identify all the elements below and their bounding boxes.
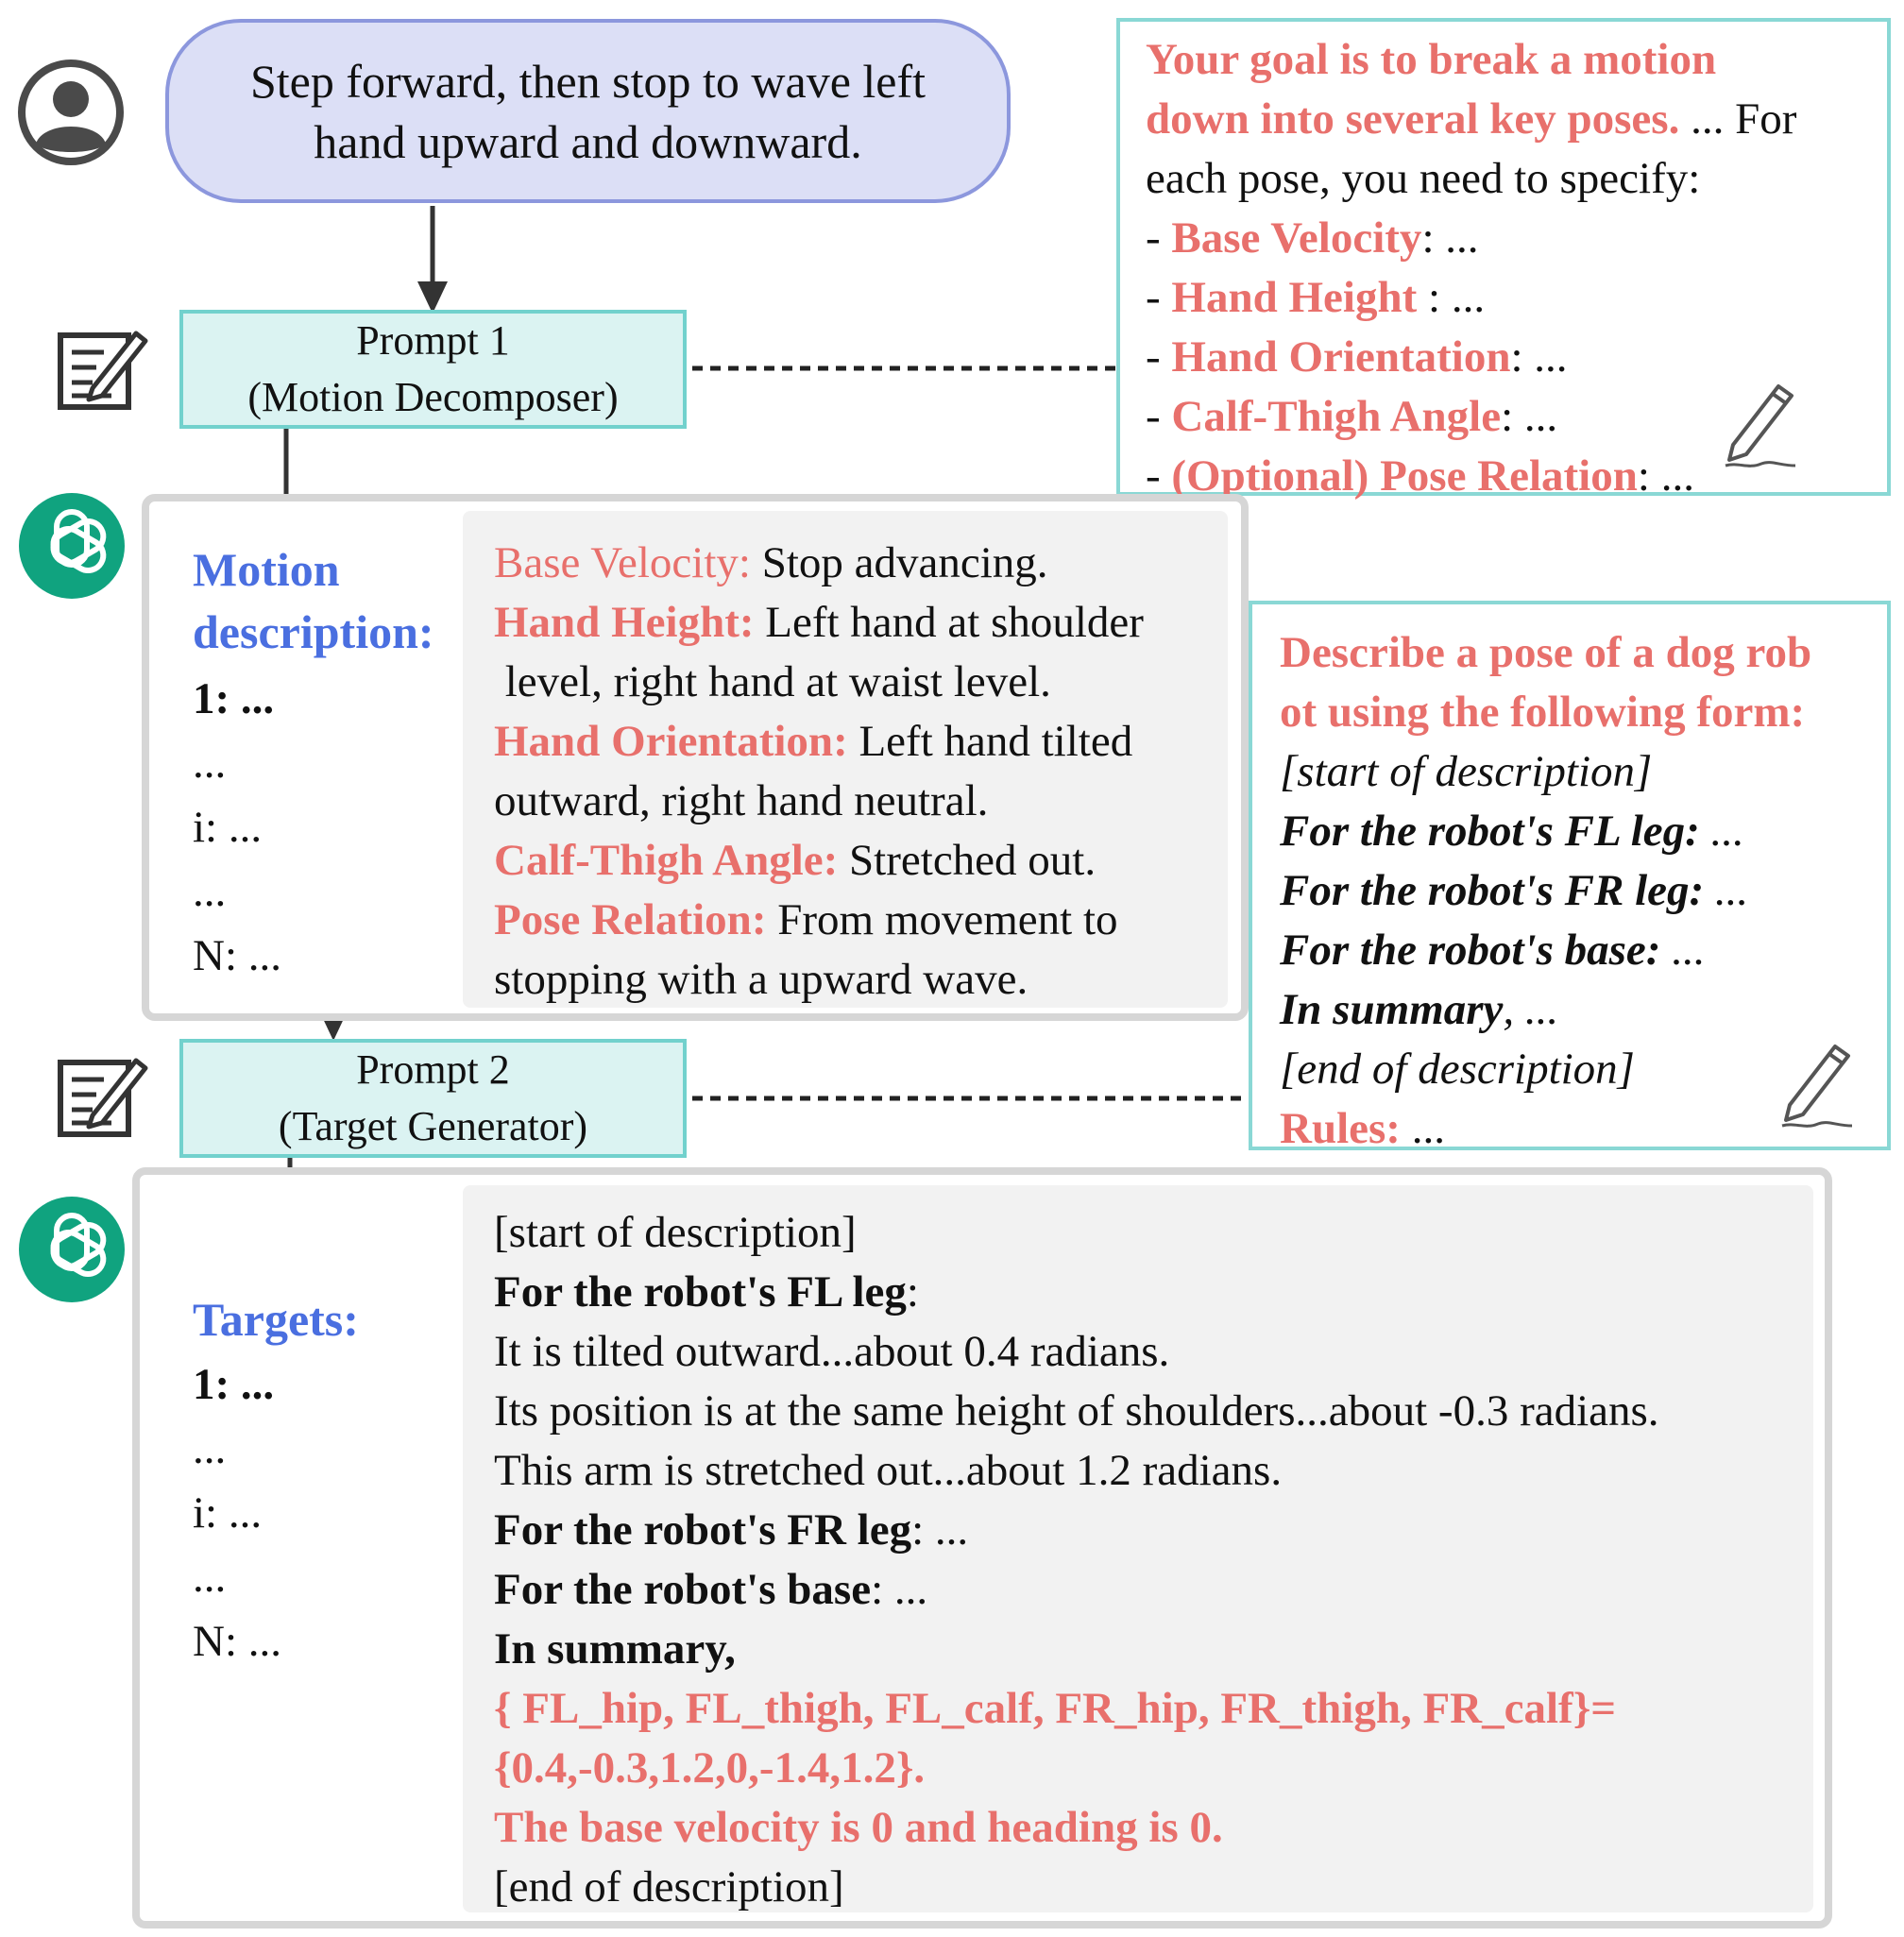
target-velocity-line: The base velocity is 0 and heading is 0. [494, 1803, 1223, 1852]
prompt2-line: For the robot's base: ... [1280, 926, 1706, 975]
targets-detail-panel: [start of description] For the robot's F… [463, 1185, 1813, 1912]
detail-line: Hand Orientation: Left hand tilted [494, 717, 1133, 766]
prompt1-subtitle: (Motion Decomposer) [247, 374, 619, 420]
prompt2-text-box: Describe a pose of a dog rob ot using th… [1249, 601, 1891, 1153]
pencil-icon [1725, 384, 1796, 467]
prompt2-line: [start of description] [1280, 747, 1653, 796]
user-instruction-bubble: Step forward, then stop to wave left han… [165, 19, 1011, 203]
target-line: In summary, [494, 1624, 736, 1674]
index-item: i: ... [193, 1488, 263, 1538]
prompt1-goal-line: down into several key poses. ... For [1146, 94, 1797, 144]
target-line: For the robot's FL leg: [494, 1267, 919, 1317]
targets-index-list: 1: ... ... i: ... ... N: ... [193, 1352, 281, 1674]
target-line: [start of description] [494, 1208, 857, 1257]
prompt2-line: ot using the following form: [1280, 688, 1806, 737]
index-item: N: ... [193, 1617, 281, 1666]
prompt1-item: - Base Velocity: ... [1146, 213, 1479, 263]
target-line: This arm is stretched out...about 1.2 ra… [494, 1446, 1283, 1495]
prompt2-box: Prompt 2 (Target Generator) [179, 1039, 687, 1158]
prompt1-item: - Hand Height : ... [1146, 273, 1486, 322]
detail-line: Calf-Thigh Angle: Stretched out. [494, 836, 1096, 885]
index-item: 1: ... [193, 674, 275, 723]
prompt1-instruction-line: each pose, you need to specify: [1146, 154, 1701, 203]
detail-line: Hand Height: Left hand at shoulder [494, 598, 1144, 647]
detail-line: Base Velocity: Stop advancing. [494, 538, 1048, 587]
index-item: ... [193, 1424, 227, 1473]
index-item: 1: ... [193, 1360, 275, 1409]
prompt2-subtitle: (Target Generator) [278, 1103, 588, 1149]
target-line: For the robot's FR leg: ... [494, 1505, 969, 1555]
instruction-line: Step forward, then stop to wave left [249, 54, 926, 108]
prompt1-text-box: Your goal is to break a motion down into… [1116, 18, 1891, 501]
target-code-line: { FL_hip, FL_thigh, FL_calf, FR_hip, FR_… [494, 1684, 1616, 1733]
index-item: ... [193, 867, 227, 916]
motion-index-list: 1: ... ... i: ... ... N: ... [193, 667, 281, 988]
target-line: It is tilted outward...about 0.4 radians… [494, 1327, 1170, 1376]
prompt2-line: For the robot's FR leg: ... [1280, 866, 1749, 915]
target-code-line: {0.4,-0.3,1.2,0,-1.4,1.2}. [494, 1743, 926, 1793]
prompt1-box: Prompt 1 (Motion Decomposer) [179, 310, 687, 429]
prompt2-title: Prompt 2 [356, 1046, 510, 1093]
motion-heading: Motion description: [193, 543, 434, 658]
targets-heading: Targets: [193, 1293, 359, 1346]
prompt2-line: For the robot's FL leg: ... [1280, 807, 1744, 856]
prompt2-line: Describe a pose of a dog rob [1280, 628, 1812, 677]
index-item: N: ... [193, 931, 281, 980]
target-line: [end of description] [494, 1862, 844, 1912]
detail-line: level, right hand at waist level. [494, 657, 1051, 706]
prompt2-line: In summary, ... [1280, 985, 1559, 1034]
target-line: For the robot's base: ... [494, 1565, 928, 1614]
detail-line: stopping with a upward wave. [494, 955, 1028, 1004]
index-item: ... [193, 739, 227, 788]
motion-detail-panel: Base Velocity: Stop advancing. Hand Heig… [463, 511, 1228, 1008]
prompt1-goal-line: Your goal is to break a motion [1146, 35, 1717, 84]
target-line: Its position is at the same height of sh… [494, 1386, 1659, 1436]
instruction-line: hand upward and downward. [314, 114, 862, 168]
detail-line: outward, right hand neutral. [494, 776, 989, 825]
index-item: ... [193, 1553, 227, 1602]
prompt1-title: Prompt 1 [356, 317, 510, 364]
index-item: i: ... [193, 803, 263, 852]
detail-line: Pose Relation: From movement to [494, 895, 1118, 944]
pencil-icon [1781, 1045, 1853, 1128]
